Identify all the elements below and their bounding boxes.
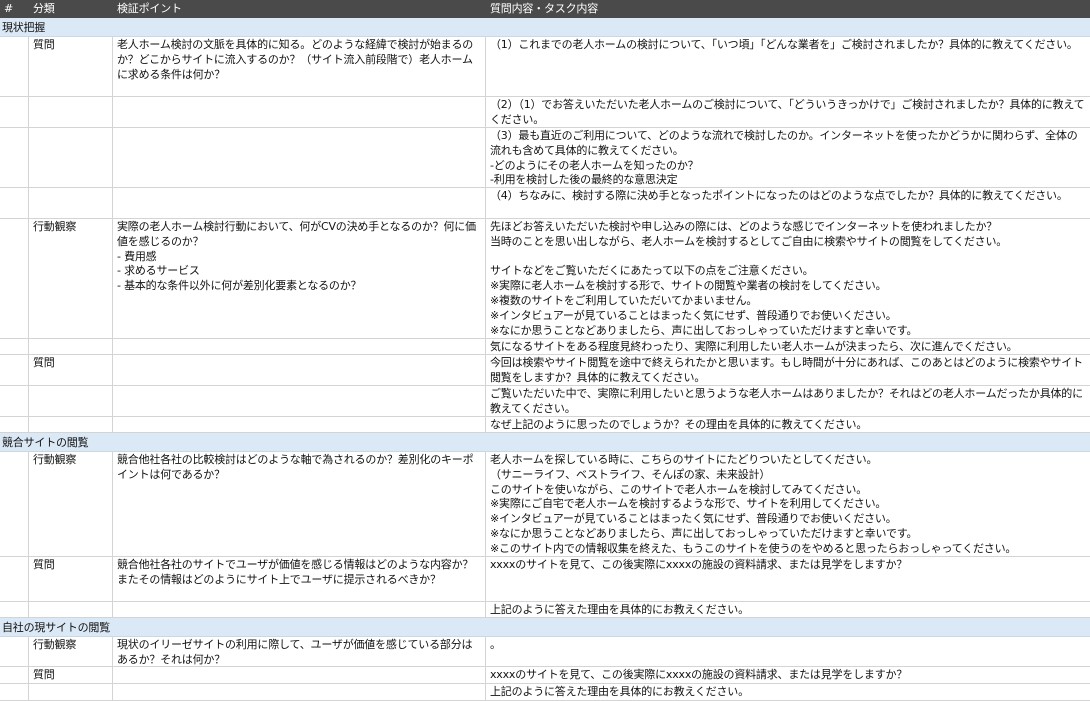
cell-point[interactable]: 実際の老人ホーム検討行動において、何がCVの決め手となるのか？何に価値を感じるの… xyxy=(113,219,485,294)
header-number[interactable]: # xyxy=(0,0,29,18)
cell-category[interactable] xyxy=(29,602,112,603)
cell-task[interactable]: （3）最も直近のご利用について、どのような流れで検討したのか。インターネットを使… xyxy=(486,128,1090,187)
table-row[interactable]: 質問 老人ホーム検討の文脈を具体的に知る。どのような経緯で検討が始まるのか？どこ… xyxy=(0,37,1090,97)
cell-category[interactable]: 質問 xyxy=(29,557,112,573)
table-row[interactable]: （2）（1）でお答えいただいた老人ホームのご検討について、「どういうきっかけで」… xyxy=(0,97,1090,128)
table-row[interactable]: （4）ちなみに、検討する際に決め手となったポイントになったのはどのような点でした… xyxy=(0,188,1090,219)
cell-category[interactable]: 質問 xyxy=(29,355,112,371)
cell-task[interactable]: 。 xyxy=(486,637,1090,653)
cell-category[interactable] xyxy=(29,339,112,340)
table-row[interactable]: 行動観察 競合他社各社の比較検討はどのような軸で為されるのか？差別化のキーポイン… xyxy=(0,452,1090,557)
table-row[interactable]: 上記のように答えた理由を具体的にお教えください。 xyxy=(0,602,1090,618)
table-row[interactable]: （3）最も直近のご利用について、どのような流れで検討したのか。インターネットを使… xyxy=(0,128,1090,188)
table-row[interactable]: 質問 今回は検索やサイト閲覧を途中で終えられたかと思います。もし時間が十分にあれ… xyxy=(0,355,1090,386)
header-category[interactable]: 分類 xyxy=(29,0,113,18)
section-title: 自社の現サイトの閲覧 xyxy=(2,621,110,634)
cell-point[interactable] xyxy=(113,339,485,340)
table-row[interactable]: 質問 競合他社各社のサイトでユーザが価値を感じる情報はどのような内容か？またその… xyxy=(0,557,1090,602)
table-row[interactable]: 行動観察 実際の老人ホーム検討行動において、何がCVの決め手となるのか？何に価値… xyxy=(0,219,1090,339)
cell-task[interactable]: （1）これまでの老人ホームの検討について、「いつ頃」「どんな業者を」ご検討されま… xyxy=(486,37,1090,53)
cell-task[interactable]: 上記のように答えた理由を具体的にお教えください。 xyxy=(486,602,1090,617)
table-row[interactable]: なぜ上記のように思ったのでしょうか？その理由を具体的に教えてください。 xyxy=(0,417,1090,433)
cell-category[interactable]: 行動観察 xyxy=(29,219,112,235)
cell-category[interactable] xyxy=(29,386,112,387)
section-row[interactable]: 現状把握 xyxy=(0,18,1090,37)
cell-point[interactable] xyxy=(113,188,485,189)
cell-task[interactable]: 上記のように答えた理由を具体的にお教えください。 xyxy=(486,684,1090,700)
header-verification-point[interactable]: 検証ポイント xyxy=(113,0,486,18)
cell-point[interactable] xyxy=(113,667,485,668)
cell-number[interactable] xyxy=(0,452,29,556)
cell-category[interactable]: 行動観察 xyxy=(29,452,112,468)
cell-number[interactable] xyxy=(0,97,29,127)
cell-task[interactable]: 先ほどお答えいただいた検討や申し込みの際には、どのような感じでインターネットを使… xyxy=(486,219,1090,338)
cell-point[interactable] xyxy=(113,417,485,418)
cell-category[interactable] xyxy=(29,97,112,98)
cell-number[interactable] xyxy=(0,37,29,96)
section-title: 現状把握 xyxy=(2,21,46,34)
table-row[interactable]: 行動観察 現状のイリーゼサイトの利用に際して、ユーザが価値を感じている部分はある… xyxy=(0,637,1090,667)
cell-number[interactable] xyxy=(0,128,29,187)
cell-category[interactable] xyxy=(29,684,112,685)
cell-task[interactable]: xxxxのサイトを見て、この後実際にxxxxの施設の資料請求、または見学をします… xyxy=(486,557,1090,573)
cell-point[interactable] xyxy=(113,684,485,685)
cell-task[interactable]: （2）（1）でお答えいただいた老人ホームのご検討について、「どういうきっかけで」… xyxy=(486,97,1090,127)
cell-task[interactable]: ご覧いただいた中で、実際に利用したいと思うような老人ホームはありましたか？それは… xyxy=(486,386,1090,416)
cell-category[interactable]: 質問 xyxy=(29,667,112,683)
cell-number[interactable] xyxy=(0,557,29,601)
section-title: 競合サイトの閲覧 xyxy=(2,436,89,449)
cell-number[interactable] xyxy=(0,219,29,338)
cell-task[interactable]: 気になるサイトをある程度見終わったり、実際に利用したい老人ホームが決まったら、次… xyxy=(486,339,1090,354)
cell-category[interactable]: 質問 xyxy=(29,37,112,53)
cell-point[interactable] xyxy=(113,602,485,603)
cell-number[interactable] xyxy=(0,684,29,700)
table-row[interactable]: ご覧いただいた中で、実際に利用したいと思うような老人ホームはありましたか？それは… xyxy=(0,386,1090,417)
cell-number[interactable] xyxy=(0,637,29,666)
header-row: # 分類 検証ポイント 質問内容・タスク内容 xyxy=(0,0,1090,18)
cell-category[interactable] xyxy=(29,128,112,129)
table-row[interactable]: 気になるサイトをある程度見終わったり、実際に利用したい老人ホームが決まったら、次… xyxy=(0,339,1090,355)
header-question-task[interactable]: 質問内容・タスク内容 xyxy=(486,0,1090,18)
cell-task[interactable]: xxxxのサイトを見て、この後実際にxxxxの施設の資料請求、または見学をします… xyxy=(486,667,1090,683)
cell-task[interactable]: （4）ちなみに、検討する際に決め手となったポイントになったのはどのような点でした… xyxy=(486,188,1090,204)
table-row[interactable]: 上記のように答えた理由を具体的にお教えください。 xyxy=(0,684,1090,701)
cell-category[interactable] xyxy=(29,188,112,189)
cell-point[interactable] xyxy=(113,355,485,356)
cell-category[interactable] xyxy=(29,417,112,418)
cell-number[interactable] xyxy=(0,188,29,218)
cell-number[interactable] xyxy=(0,602,29,617)
table-row[interactable]: 質問 xxxxのサイトを見て、この後実際にxxxxの施設の資料請求、または見学を… xyxy=(0,667,1090,684)
cell-number[interactable] xyxy=(0,339,29,354)
cell-point[interactable] xyxy=(113,386,485,387)
cell-point[interactable] xyxy=(113,97,485,98)
section-row[interactable]: 自社の現サイトの閲覧 xyxy=(0,618,1090,637)
cell-number[interactable] xyxy=(0,386,29,416)
cell-task[interactable]: 老人ホームを探している時に、こちらのサイトにたどりついたとしてください。 （サニ… xyxy=(486,452,1090,556)
cell-number[interactable] xyxy=(0,355,29,385)
cell-number[interactable] xyxy=(0,667,29,683)
cell-point[interactable]: 現状のイリーゼサイトの利用に際して、ユーザが価値を感じている部分はあるか？それは… xyxy=(113,637,485,666)
cell-category[interactable]: 行動観察 xyxy=(29,637,112,653)
cell-point[interactable] xyxy=(113,128,485,129)
cell-point[interactable]: 競合他社各社のサイトでユーザが価値を感じる情報はどのような内容か？またその情報は… xyxy=(113,557,485,588)
section-row[interactable]: 競合サイトの閲覧 xyxy=(0,433,1090,452)
cell-number[interactable] xyxy=(0,417,29,432)
cell-task[interactable]: なぜ上記のように思ったのでしょうか？その理由を具体的に教えてください。 xyxy=(486,417,1090,432)
cell-task[interactable]: 今回は検索やサイト閲覧を途中で終えられたかと思います。もし時間が十分にあれば、こ… xyxy=(486,355,1090,385)
cell-point[interactable]: 競合他社各社の比較検討はどのような軸で為されるのか？差別化のキーポイントは何であ… xyxy=(113,452,485,483)
cell-point[interactable]: 老人ホーム検討の文脈を具体的に知る。どのような経緯で検討が始まるのか？どこからサ… xyxy=(113,37,485,82)
